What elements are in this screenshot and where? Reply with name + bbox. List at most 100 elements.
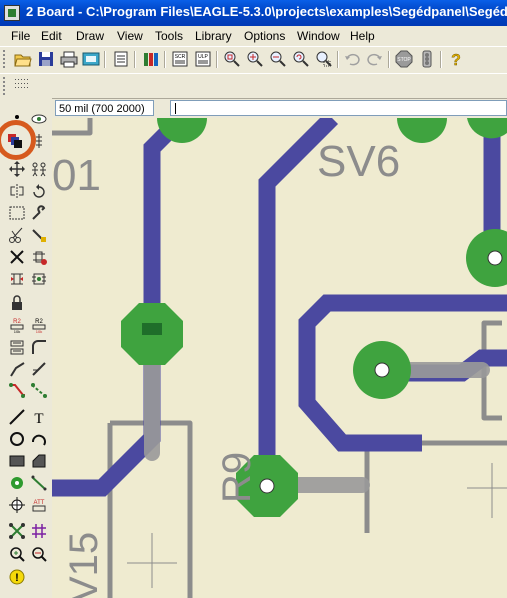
trace-layer	[52, 118, 507, 497]
svg-text:T: T	[34, 411, 43, 426]
cut-icon[interactable]	[8, 226, 26, 244]
errors-icon[interactable]: !	[8, 568, 26, 586]
toolbar-grip[interactable]	[3, 77, 9, 95]
print-icon[interactable]	[60, 50, 78, 68]
ulp-icon[interactable]: ULP	[194, 50, 212, 68]
cam-icon[interactable]	[82, 50, 100, 68]
mirror-icon[interactable]	[8, 182, 26, 200]
command-line-input[interactable]	[170, 100, 507, 116]
erc-icon[interactable]	[8, 545, 26, 563]
redo-icon[interactable]	[366, 50, 384, 68]
group-icon[interactable]	[8, 204, 26, 222]
menu-window[interactable]: Window	[297, 29, 340, 43]
lock-icon[interactable]	[8, 294, 26, 312]
coordinate-readout: 50 mil (700 2000)	[55, 100, 154, 116]
copy-icon[interactable]	[30, 160, 48, 178]
board-schematic-switch-icon[interactable]	[112, 50, 130, 68]
board-drawing: SV6 01 R9 V15	[52, 118, 507, 598]
menu-view[interactable]: View	[117, 29, 143, 43]
zoom-select-icon[interactable]	[315, 50, 333, 68]
label-r9: R9	[215, 452, 259, 503]
menu-library[interactable]: Library	[195, 29, 232, 43]
svg-text:R2: R2	[35, 319, 43, 325]
pad	[467, 118, 507, 139]
svg-text:10k: 10k	[36, 329, 42, 334]
miter-icon[interactable]	[30, 338, 48, 356]
optimize-icon[interactable]	[30, 360, 48, 378]
menu-tools[interactable]: Tools	[155, 29, 183, 43]
smash-icon[interactable]	[8, 338, 26, 356]
text-icon[interactable]: T	[30, 408, 48, 426]
move-icon[interactable]	[8, 160, 26, 178]
toolbar-separator	[134, 51, 136, 68]
hole-icon[interactable]	[8, 496, 26, 514]
label-sv6: SV6	[317, 137, 400, 186]
show-icon[interactable]	[30, 110, 48, 128]
ripup-icon[interactable]	[30, 382, 48, 400]
zoom-fit-icon[interactable]	[223, 50, 241, 68]
polygon-icon[interactable]	[30, 452, 48, 470]
drill-hole	[374, 362, 390, 378]
drc-icon[interactable]	[30, 545, 48, 563]
open-icon[interactable]	[14, 50, 32, 68]
svg-text:SCR: SCR	[175, 54, 186, 60]
menu-edit[interactable]: Edit	[41, 29, 62, 43]
help-icon[interactable]: ?	[447, 50, 465, 68]
name-icon[interactable]: R2 10k	[8, 316, 26, 334]
change-icon[interactable]	[30, 204, 48, 222]
zoom-in-icon[interactable]	[246, 50, 264, 68]
toolbar-separator	[337, 51, 339, 68]
library-icon[interactable]	[142, 50, 160, 68]
main-toolbar: SCR ULP STOP ?	[0, 46, 507, 74]
toolbar-grip[interactable]	[3, 50, 9, 68]
add-icon[interactable]	[30, 248, 48, 266]
pinswap-icon[interactable]	[8, 270, 26, 288]
replace-icon[interactable]	[30, 270, 48, 288]
svg-text:R2: R2	[13, 319, 21, 325]
stop-icon[interactable]: STOP	[395, 50, 413, 68]
attribute-icon[interactable]: ATT	[30, 496, 48, 514]
drill-hole	[259, 478, 275, 494]
svg-text:ULP: ULP	[198, 54, 208, 60]
undo-icon[interactable]	[343, 50, 361, 68]
drill-hole	[487, 250, 503, 266]
menu-options[interactable]: Options	[244, 29, 285, 43]
silk-outline	[52, 118, 93, 136]
split-icon[interactable]	[8, 360, 26, 378]
rotate-icon[interactable]	[30, 182, 48, 200]
rect-icon[interactable]	[8, 452, 26, 470]
board-canvas[interactable]: SV6 01 R9 V15	[52, 118, 507, 598]
route-icon[interactable]	[8, 382, 26, 400]
ratsnest-icon[interactable]	[8, 522, 26, 540]
zoom-out-icon[interactable]	[269, 50, 287, 68]
svg-text:10k: 10k	[14, 329, 20, 334]
wire-icon[interactable]	[8, 408, 26, 426]
toolbar-separator	[440, 51, 442, 68]
title-bar: 2 Board - C:\Program Files\EAGLE-5.3.0\p…	[0, 0, 507, 26]
pad-drill	[142, 323, 162, 335]
grid-icon[interactable]	[13, 76, 31, 94]
silkscreen-layer	[52, 118, 507, 598]
save-icon[interactable]	[37, 50, 55, 68]
svg-text:?: ?	[451, 52, 461, 68]
menu-help[interactable]: Help	[350, 29, 375, 43]
zoom-redraw-icon[interactable]	[292, 50, 310, 68]
menu-draw[interactable]: Draw	[76, 29, 104, 43]
pad	[397, 118, 447, 143]
toolbar-separator	[164, 51, 166, 68]
via-icon[interactable]	[8, 474, 26, 492]
label-partial-01: 01	[52, 151, 101, 200]
delete-icon[interactable]	[8, 248, 26, 266]
toolbar-separator	[104, 51, 106, 68]
auto-router-icon[interactable]	[30, 522, 48, 540]
toolbar-separator	[216, 51, 218, 68]
go-icon[interactable]	[418, 50, 436, 68]
menu-bar: File Edit Draw View Tools Library Option…	[0, 26, 507, 46]
script-icon[interactable]: SCR	[171, 50, 189, 68]
arc-icon[interactable]	[30, 430, 48, 448]
circle-icon[interactable]	[8, 430, 26, 448]
signal-icon[interactable]	[30, 474, 48, 492]
menu-file[interactable]: File	[11, 29, 30, 43]
paste-icon[interactable]	[30, 226, 48, 244]
value-icon[interactable]: R2 10k	[30, 316, 48, 334]
